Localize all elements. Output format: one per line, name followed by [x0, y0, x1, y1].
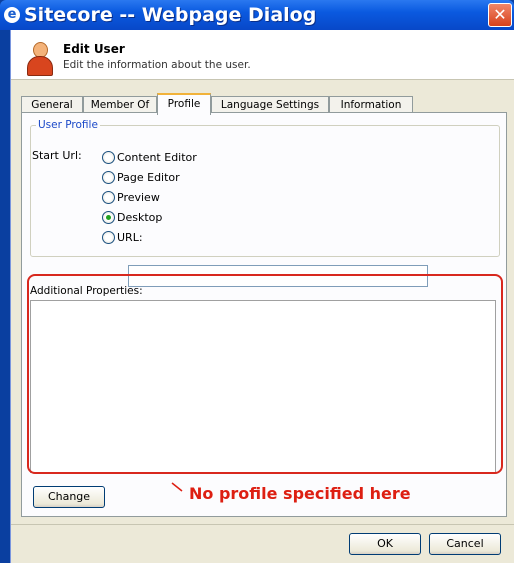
- radio-label: Page Editor: [117, 170, 180, 184]
- start-url-label: Start Url:: [32, 149, 82, 162]
- radio-preview[interactable]: Preview: [102, 189, 160, 205]
- title-bar[interactable]: e Sitecore -- Webpage Dialog ✕: [0, 0, 514, 30]
- additional-properties-textarea[interactable]: [30, 300, 496, 473]
- radio-label: Desktop: [117, 210, 163, 224]
- radio-label: Preview: [117, 190, 160, 204]
- profile-tab-panel: User Profile Start Url: Content Editor P…: [21, 112, 507, 517]
- user-icon: [27, 42, 53, 76]
- tab-profile[interactable]: Profile: [157, 93, 211, 115]
- radio-url[interactable]: URL:: [102, 229, 143, 245]
- ok-button[interactable]: OK: [349, 533, 421, 555]
- user-icon-body: [27, 56, 53, 76]
- ie-icon: e: [4, 7, 20, 23]
- window-title: Sitecore -- Webpage Dialog: [24, 4, 317, 26]
- radio-desktop[interactable]: Desktop: [102, 209, 162, 225]
- dialog-window: e Sitecore -- Webpage Dialog ✕ Edit User…: [0, 0, 514, 563]
- radio-button-checked[interactable]: [102, 210, 115, 224]
- cancel-button[interactable]: Cancel: [429, 533, 501, 555]
- radio-button[interactable]: [102, 170, 115, 184]
- additional-properties-label: Additional Properties:: [30, 285, 143, 297]
- header-subtitle: Edit the information about the user.: [63, 59, 251, 71]
- change-button[interactable]: Change: [33, 486, 105, 508]
- radio-button[interactable]: [102, 150, 115, 164]
- radio-content-editor[interactable]: Content Editor: [102, 149, 197, 165]
- radio-label: URL:: [117, 230, 143, 244]
- annotation-text: No profile specified here: [189, 484, 411, 503]
- dialog-header: Edit User Edit the information about the…: [11, 30, 514, 80]
- radio-page-editor[interactable]: Page Editor: [102, 169, 180, 185]
- annotation-arrow-icon: [171, 482, 183, 492]
- url-input[interactable]: [128, 265, 428, 287]
- dialog-client: Edit User Edit the information about the…: [10, 30, 514, 563]
- user-profile-legend: User Profile: [38, 119, 98, 131]
- radio-button[interactable]: [102, 190, 115, 204]
- header-title: Edit User: [63, 42, 125, 56]
- close-button[interactable]: ✕: [488, 3, 512, 27]
- radio-label: Content Editor: [117, 150, 197, 164]
- button-bar-separator: [11, 524, 514, 525]
- radio-button[interactable]: [102, 230, 115, 244]
- user-profile-group: User Profile: [30, 119, 500, 257]
